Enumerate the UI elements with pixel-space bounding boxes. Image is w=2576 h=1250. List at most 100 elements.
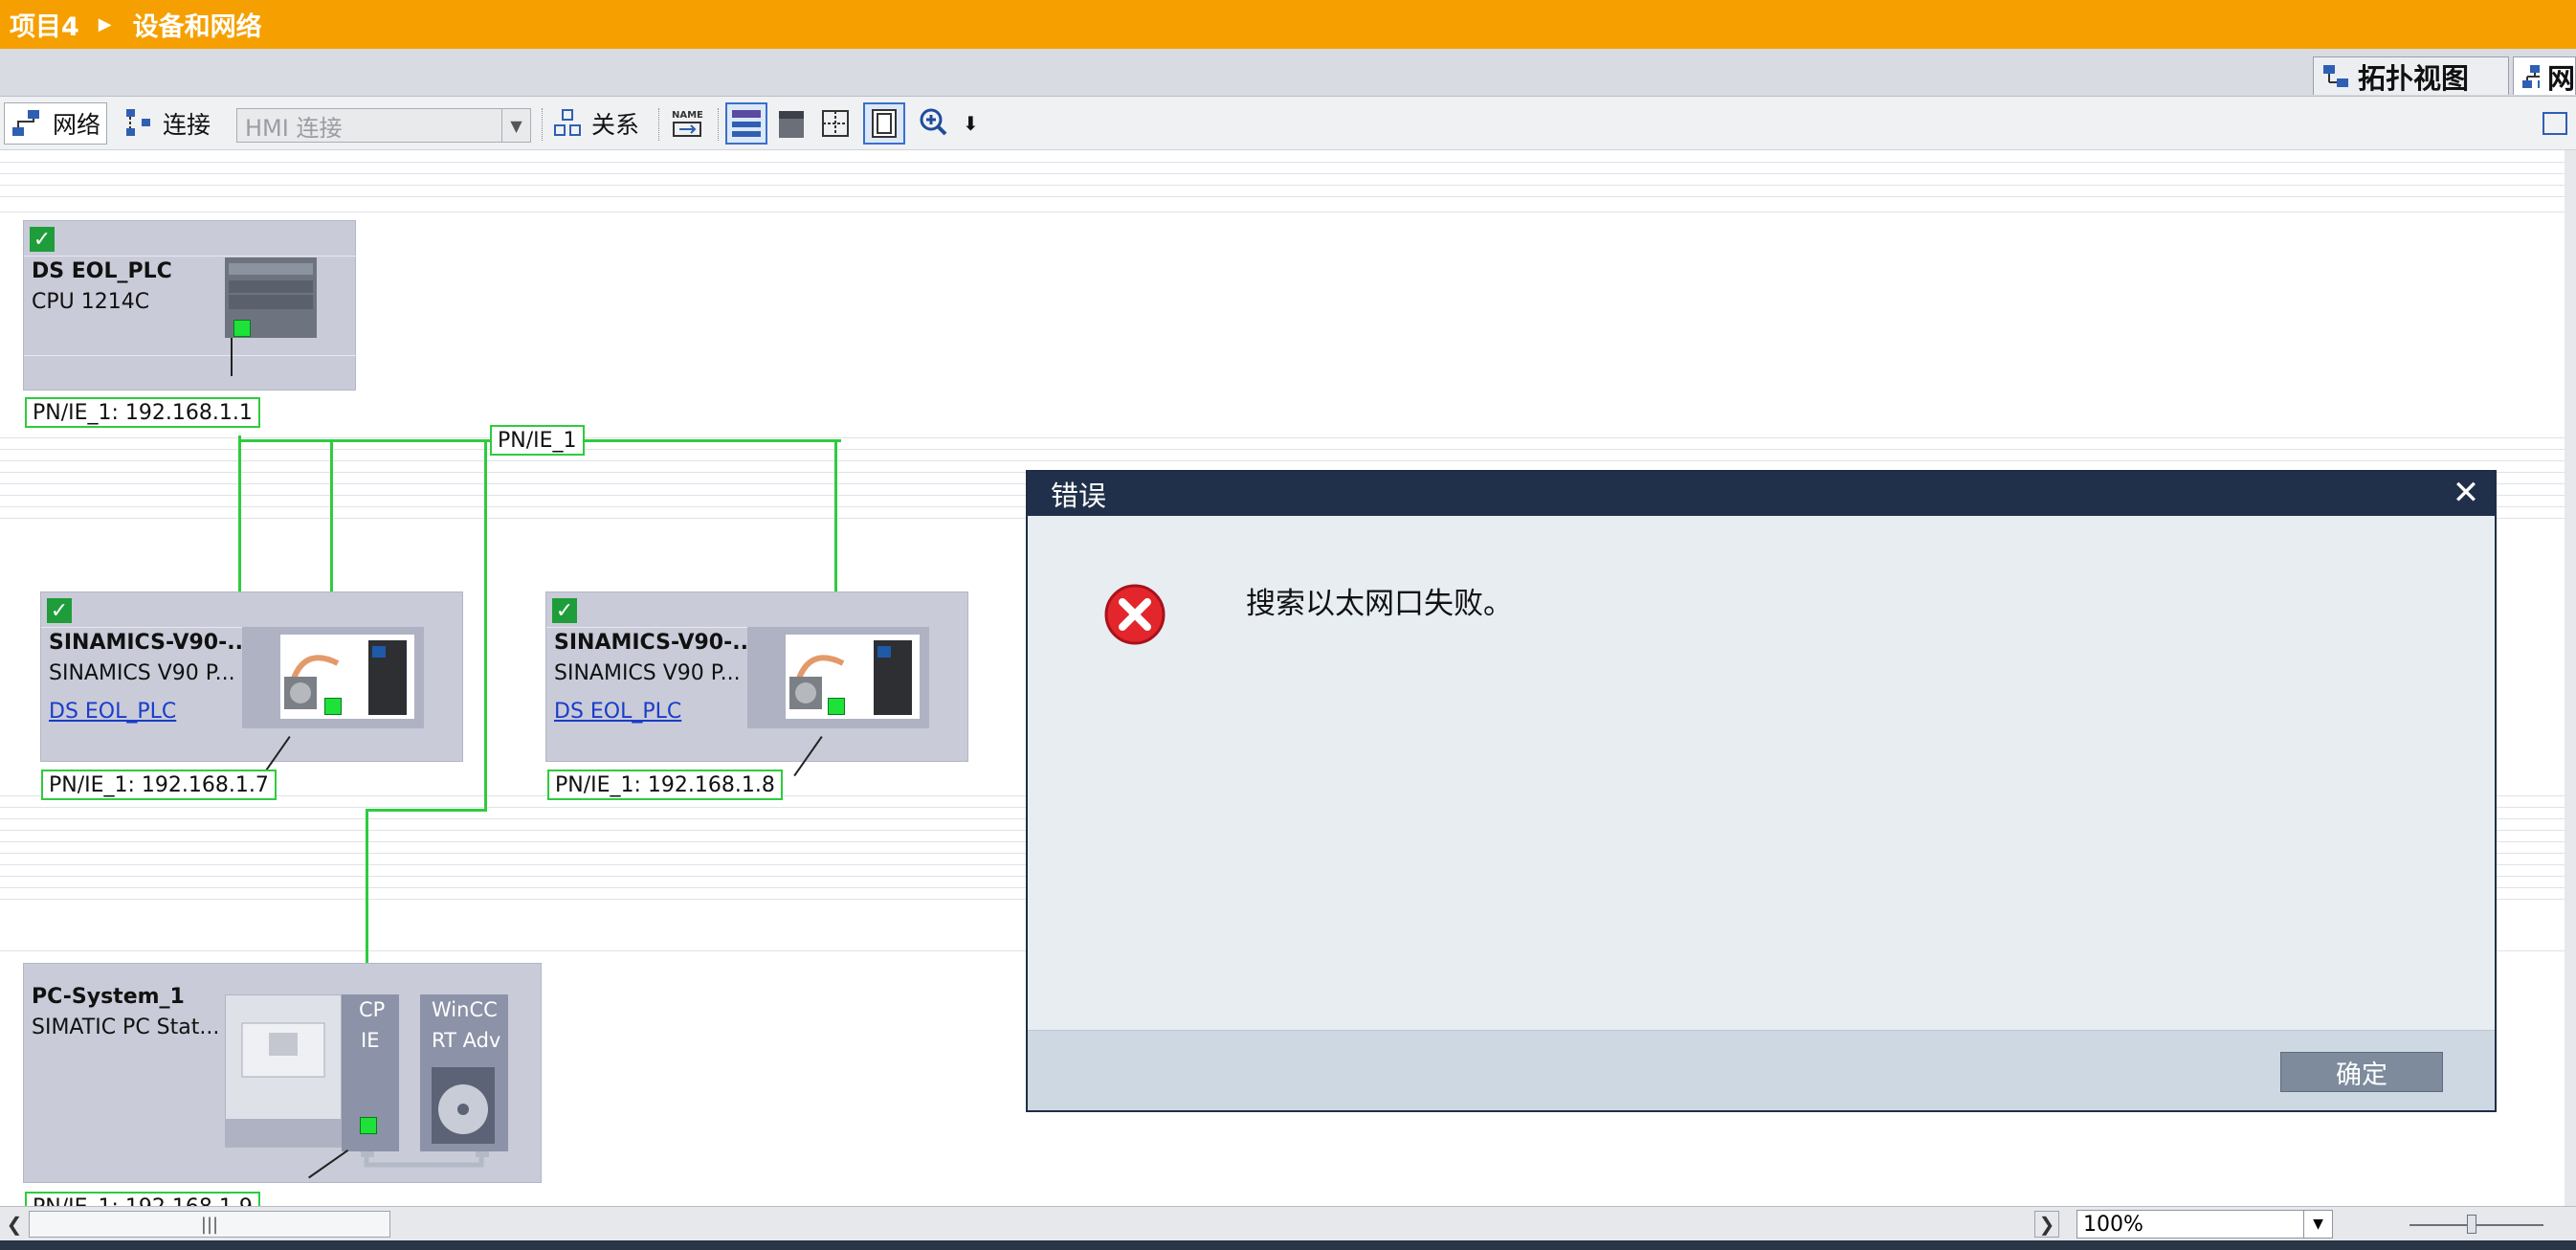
breadcrumb-project[interactable]: 项目4 bbox=[10, 6, 79, 43]
device-master-link[interactable]: DS EOL_PLC bbox=[554, 700, 681, 724]
overview-panel-button[interactable] bbox=[863, 102, 905, 145]
dialog-footer: 确定 bbox=[1028, 1030, 2495, 1110]
scroll-left-icon[interactable]: ❮ bbox=[2, 1211, 27, 1238]
chevron-down-icon: ▼ bbox=[2303, 1211, 2332, 1238]
v90-a-address: PN/IE_1: 192.168.1.7 bbox=[49, 772, 269, 797]
status-strip bbox=[0, 1240, 2576, 1250]
disc-icon bbox=[432, 1067, 495, 1144]
device-type: SINAMICS V90 P... bbox=[554, 661, 741, 685]
zoom-in-icon bbox=[920, 108, 947, 136]
connection-type-select[interactable]: HMI 连接 ▼ bbox=[236, 108, 531, 143]
connections-label: 连接 bbox=[163, 111, 211, 139]
network-name: PN/IE_1 bbox=[498, 428, 577, 453]
rt-adv-label: RT Adv bbox=[432, 1029, 501, 1052]
panel-icon bbox=[872, 109, 897, 138]
zoom-slider[interactable] bbox=[2409, 1224, 2543, 1226]
toolbar: 网络 连接 HMI 连接 ▼ 关系 NAME ⬇ bbox=[0, 97, 2576, 150]
show-names-button[interactable]: NAME bbox=[670, 102, 706, 145]
breadcrumb: 项目4 ▶ 设备和网络 bbox=[0, 0, 2576, 49]
toolbar-separator bbox=[718, 108, 720, 141]
grid-button[interactable] bbox=[819, 102, 852, 145]
wincc-label: WinCC bbox=[432, 998, 498, 1021]
chevron-down-icon: ▼ bbox=[501, 109, 530, 142]
vertical-scrollbar[interactable] bbox=[2565, 150, 2576, 1206]
check-icon: ✓ bbox=[47, 598, 72, 623]
relations-button[interactable]: 关系 bbox=[553, 102, 639, 145]
tab-network-view[interactable]: 网 bbox=[2513, 56, 2576, 95]
cp-label: CP bbox=[359, 998, 386, 1021]
tab-network-label: 网 bbox=[2546, 61, 2575, 95]
plc-address: PN/IE_1: 192.168.1.1 bbox=[33, 400, 253, 425]
page-break-button[interactable] bbox=[775, 102, 808, 145]
device-type: SIMATIC PC Stat... bbox=[32, 1016, 220, 1039]
svg-text:NAME: NAME bbox=[672, 110, 703, 121]
ethernet-port[interactable] bbox=[360, 1117, 377, 1134]
network-line bbox=[366, 809, 487, 812]
horizontal-scrollbar[interactable]: ❮ ||| ❯ 100% ▼ bbox=[0, 1206, 2576, 1240]
pc-address-label: PN/IE_1: 192.168.1.9 bbox=[25, 1192, 260, 1206]
error-icon bbox=[1104, 584, 1166, 645]
backplane-connector bbox=[361, 1151, 489, 1168]
address-view-icon bbox=[732, 110, 761, 137]
ok-button[interactable]: 确定 bbox=[2280, 1052, 2443, 1092]
zoom-slider-thumb[interactable] bbox=[2467, 1215, 2476, 1234]
device-master-link[interactable]: DS EOL_PLC bbox=[49, 700, 176, 724]
device-pc-system[interactable]: PC-System_1 SIMATIC PC Stat... CP IE Win… bbox=[23, 963, 542, 1183]
zoom-value: 100% bbox=[2083, 1212, 2143, 1237]
device-name: SINAMICS-V90-... bbox=[49, 631, 252, 655]
toolbar-separator bbox=[542, 108, 544, 141]
ethernet-port[interactable] bbox=[324, 698, 342, 715]
network-line bbox=[484, 439, 487, 811]
check-icon: ✓ bbox=[30, 227, 55, 252]
device-name: SINAMICS-V90-... bbox=[554, 631, 757, 655]
ethernet-port[interactable] bbox=[233, 320, 251, 337]
servo-drive-icon bbox=[786, 635, 920, 719]
network-view-icon bbox=[2522, 64, 2540, 88]
connections-button[interactable]: 连接 bbox=[124, 102, 211, 145]
show-address-button[interactable] bbox=[725, 102, 767, 145]
sidebar-toggle-button[interactable] bbox=[2542, 102, 2570, 145]
relations-label: 关系 bbox=[591, 111, 640, 139]
network-icon bbox=[12, 110, 39, 136]
scroll-right-icon[interactable]: ❯ bbox=[2034, 1211, 2059, 1238]
pc-station-icon bbox=[241, 1022, 325, 1078]
zoom-select[interactable]: 100% ▼ bbox=[2076, 1210, 2333, 1239]
grid-icon bbox=[822, 110, 849, 137]
chevron-right-icon: ▶ bbox=[98, 14, 112, 34]
tab-topology-view[interactable]: 拓扑视图 bbox=[2313, 56, 2509, 95]
ie-label: IE bbox=[361, 1029, 380, 1052]
v90-a-address-label: PN/IE_1: 192.168.1.7 bbox=[41, 770, 277, 800]
device-name: PC-System_1 bbox=[32, 985, 185, 1009]
device-type: SINAMICS V90 P... bbox=[49, 661, 235, 685]
device-type: CPU 1214C bbox=[32, 290, 150, 314]
ethernet-port[interactable] bbox=[828, 698, 845, 715]
view-tabs-bar: 拓扑视图 网 bbox=[0, 49, 2576, 97]
device-plc[interactable]: ✓ DS EOL_PLC CPU 1214C bbox=[23, 220, 357, 391]
network-button[interactable]: 网络 bbox=[4, 102, 108, 145]
servo-drive-icon bbox=[280, 635, 414, 719]
dialog-title-bar: 错误 ✕ bbox=[1028, 472, 2495, 516]
network-label: 网络 bbox=[53, 111, 101, 139]
topology-icon bbox=[2323, 64, 2348, 87]
scroll-thumb[interactable]: ||| bbox=[29, 1211, 390, 1238]
device-name: DS EOL_PLC bbox=[32, 259, 172, 283]
zoom-button[interactable]: ⬇ bbox=[919, 102, 979, 145]
connection-type-value: HMI 连接 bbox=[245, 114, 343, 142]
network-name-label[interactable]: PN/IE_1 bbox=[490, 425, 585, 456]
device-name-icon: NAME bbox=[672, 110, 703, 137]
error-dialog: 错误 ✕ 搜索以太网口失败。 确定 bbox=[1026, 470, 2497, 1112]
pc-address: PN/IE_1: 192.168.1.9 bbox=[33, 1195, 253, 1207]
dropdown-arrow-icon: ⬇ bbox=[963, 112, 979, 135]
toolbar-separator bbox=[658, 108, 660, 141]
breadcrumb-section: 设备和网络 bbox=[132, 12, 262, 42]
plc-address-label: PN/IE_1: 192.168.1.1 bbox=[25, 397, 260, 428]
network-line bbox=[238, 435, 241, 592]
device-v90-b[interactable]: ✓ SINAMICS-V90-... SINAMICS V90 P... DS … bbox=[545, 592, 968, 762]
dialog-message: 搜索以太网口失败。 bbox=[1246, 587, 1513, 621]
tab-topology-label: 拓扑视图 bbox=[2358, 61, 2470, 95]
v90-b-address: PN/IE_1: 192.168.1.8 bbox=[555, 772, 775, 797]
dialog-title: 错误 bbox=[1051, 480, 1107, 512]
close-icon[interactable]: ✕ bbox=[2449, 476, 2483, 510]
device-v90-a[interactable]: ✓ SINAMICS-V90-... SINAMICS V90 P... DS … bbox=[40, 592, 463, 762]
panel-toggle-icon bbox=[2543, 112, 2567, 135]
